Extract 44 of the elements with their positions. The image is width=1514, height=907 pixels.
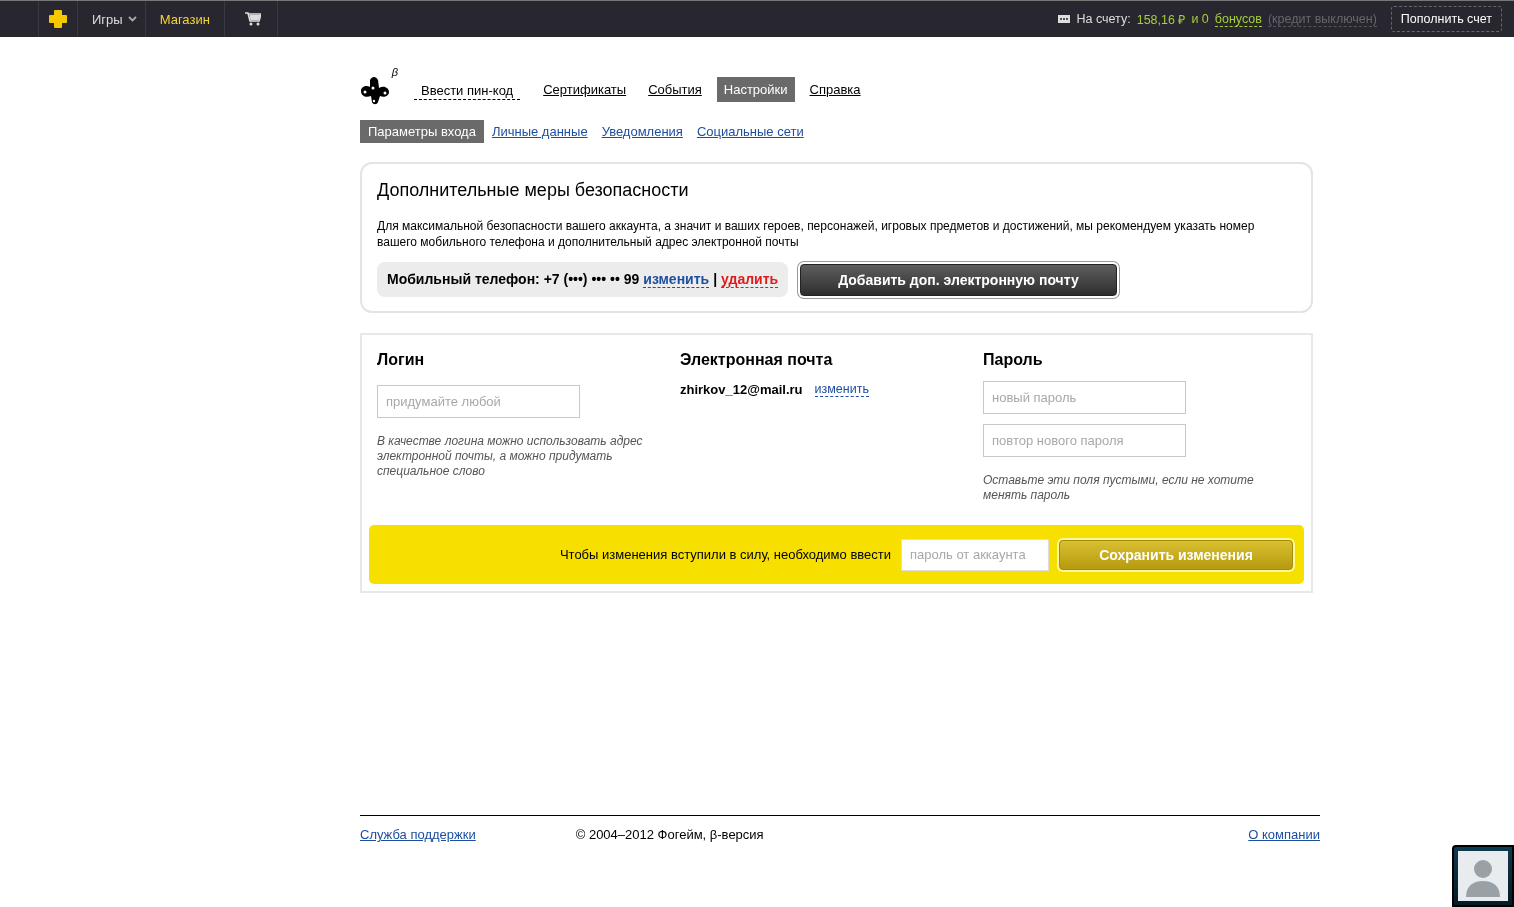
security-description: Для максимальной безопасности вашего аккаунта, а значит и ваших героев, персонажей, игровых предметов и достижений, мы рекомендуем указать номер вашего мобильного телефона и дополнительный адрес электронной почты [377, 218, 1256, 250]
nav-tab[interactable]: Справка [802, 76, 868, 102]
password-field[interactable]: повтор нового пароля [983, 424, 1186, 457]
account-password-field[interactable]: пароль от аккаунта [901, 538, 1049, 571]
support-link[interactable]: Служба поддержки [360, 827, 476, 842]
login-hint: В качестве логина можно использовать адрес электронной почты, а можно придумать специальное слово [377, 434, 644, 479]
settings-tab[interactable]: Параметры входа [360, 120, 484, 143]
login-heading: Логин [377, 351, 426, 369]
chat-widget[interactable] [1452, 845, 1514, 907]
email-heading: Электронная почта [680, 351, 834, 369]
password-heading: Пароль [983, 351, 1044, 369]
nav-tab[interactable]: Сертификаты [536, 76, 634, 102]
settings-tab[interactable]: Личные данные [485, 120, 594, 143]
cart-icon[interactable] [244, 12, 261, 26]
nav-tab[interactable]: События [641, 76, 709, 102]
separator: | [713, 271, 718, 288]
balance-label: На счету: [1076, 12, 1131, 26]
settings-tab[interactable]: Уведомления [595, 120, 689, 143]
security-title: Дополнительные меры безопасности [377, 180, 690, 201]
add-email-button[interactable]: Добавить доп. электронную почту [800, 263, 1117, 296]
password-field[interactable]: новый пароль [983, 381, 1186, 414]
confirm-text: Чтобы изменения вступили в силу, необходимо ввести [559, 547, 891, 562]
bonuses-link[interactable]: бонусов [1214, 11, 1262, 27]
bonus-count: и 0 [1191, 12, 1209, 26]
games-menu[interactable]: Игры [92, 11, 137, 27]
top-up-button[interactable]: Пополнить счет [1390, 6, 1502, 32]
nav-tab[interactable]: Настройки [716, 76, 795, 102]
change-email-link[interactable]: изменить [814, 382, 869, 397]
clover-logo-icon[interactable] [49, 10, 67, 28]
copyright: © 2004–2012 Фогейм, β-версия [575, 827, 764, 842]
avatar-silhouette-icon [1458, 851, 1508, 901]
settings-tab[interactable]: Социальные сети [690, 120, 810, 143]
phone-number: Мобильный телефон: +7 (•••) ••• •• 99 [387, 271, 640, 288]
shop-link[interactable]: Магазин [159, 11, 210, 27]
change-phone-link[interactable]: изменить [643, 271, 710, 288]
login-field[interactable]: придумайте любой [377, 385, 580, 418]
wallet-icon [1058, 15, 1071, 23]
chevron-down-icon [127, 16, 137, 22]
about-link[interactable]: О компании [1248, 827, 1320, 842]
email-address: zhirkov_12@mail.ru [680, 382, 803, 397]
balance-amount: 158,16 ₽ [1136, 11, 1186, 28]
password-hint: Оставьте эти поля пустыми, если не хотите менять пароль [983, 473, 1255, 503]
nav-tab[interactable]: Ввести пин-код [414, 78, 521, 100]
delete-phone-link[interactable]: удалить [721, 271, 779, 288]
